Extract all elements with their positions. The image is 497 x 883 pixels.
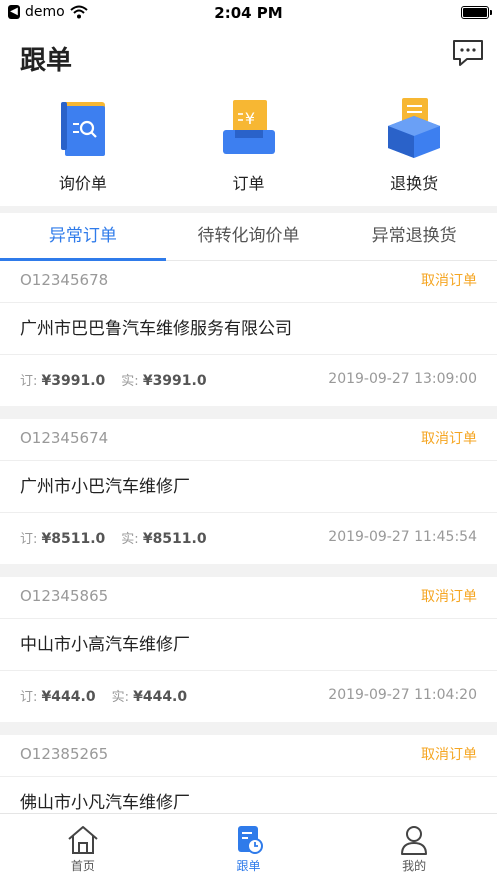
order-date: 2019-09-27 11:45:54 bbox=[328, 529, 477, 545]
order-number: O12385265 bbox=[20, 745, 109, 763]
shortcut-label: 订单 bbox=[232, 174, 265, 193]
ordered-amount: 订: ¥444.0 bbox=[20, 689, 96, 705]
order-card[interactable]: O12345678 取消订单 广州市巴巴鲁汽车维修服务有限公司 订: ¥3991… bbox=[0, 261, 497, 406]
tab-pending-inquiries[interactable]: 待转化询价单 bbox=[166, 213, 332, 260]
clock: 2:04 PM bbox=[214, 4, 283, 22]
nav-label: 我的 bbox=[402, 859, 427, 873]
order-tabs: 异常订单 待转化询价单 异常退换货 bbox=[0, 213, 497, 261]
order-number: O12345678 bbox=[20, 271, 109, 289]
nav-label: 跟单 bbox=[236, 859, 261, 873]
cancel-order-button[interactable]: 取消订单 bbox=[421, 428, 477, 448]
paid-amount: 实: ¥8511.0 bbox=[121, 531, 207, 547]
page-header: 跟单 询价单 ¥ 订单 退换货 bbox=[0, 26, 497, 206]
order-number: O12345674 bbox=[20, 429, 109, 447]
customer-name: 中山市小高汽车维修厂 bbox=[0, 619, 497, 671]
nav-home[interactable]: 首页 bbox=[0, 814, 166, 883]
status-bar: ◀ demo 2:04 PM bbox=[0, 0, 497, 26]
order-date: 2019-09-27 13:09:00 bbox=[328, 371, 477, 387]
order-number: O12345865 bbox=[20, 587, 109, 605]
nav-tracking[interactable]: 跟单 bbox=[166, 814, 332, 883]
order-icon: ¥ bbox=[222, 100, 275, 154]
customer-name: 广州市小巴汽车维修厂 bbox=[0, 461, 497, 513]
order-card[interactable]: O12385265 取消订单 佛山市小凡汽车维修厂 bbox=[0, 735, 497, 813]
tab-abnormal-returns[interactable]: 异常退换货 bbox=[331, 213, 497, 260]
ordered-amount: 订: ¥3991.0 bbox=[20, 373, 106, 389]
order-card[interactable]: O12345865 取消订单 中山市小高汽车维修厂 订: ¥444.0 实: ¥… bbox=[0, 577, 497, 722]
battery-icon bbox=[461, 6, 492, 19]
nav-label: 首页 bbox=[70, 859, 95, 873]
cancel-order-button[interactable]: 取消订单 bbox=[421, 586, 477, 606]
customer-name: 佛山市小凡汽车维修厂 bbox=[0, 777, 497, 813]
order-date: 2019-09-27 11:04:20 bbox=[328, 687, 477, 703]
order-list[interactable]: O12345678 取消订单 广州市巴巴鲁汽车维修服务有限公司 订: ¥3991… bbox=[0, 261, 497, 813]
cancel-order-button[interactable]: 取消订单 bbox=[421, 744, 477, 764]
svg-text:¥: ¥ bbox=[244, 109, 254, 128]
shortcut-inquiry[interactable]: 询价单 bbox=[0, 96, 166, 200]
cancel-order-button[interactable]: 取消订单 bbox=[421, 270, 477, 290]
message-icon[interactable] bbox=[451, 38, 485, 68]
tracking-icon bbox=[237, 826, 263, 854]
nav-profile[interactable]: 我的 bbox=[331, 814, 497, 883]
page-title: 跟单 bbox=[20, 46, 73, 76]
customer-name: 广州市巴巴鲁汽车维修服务有限公司 bbox=[0, 303, 497, 355]
inquiry-icon bbox=[60, 102, 105, 156]
bottom-nav: 首页 跟单 我的 bbox=[0, 813, 497, 883]
shortcut-return[interactable]: 退换货 bbox=[331, 96, 497, 200]
shortcut-order[interactable]: ¥ 订单 bbox=[166, 96, 332, 200]
home-icon bbox=[68, 826, 98, 854]
return-box-icon bbox=[388, 98, 441, 158]
paid-amount: 实: ¥3991.0 bbox=[121, 373, 207, 389]
paid-amount: 实: ¥444.0 bbox=[111, 689, 188, 705]
shortcut-bar: 询价单 ¥ 订单 退换货 bbox=[0, 96, 497, 200]
shortcut-label: 退换货 bbox=[390, 174, 439, 193]
ordered-amount: 订: ¥8511.0 bbox=[20, 531, 106, 547]
profile-icon bbox=[401, 826, 428, 855]
tab-abnormal-orders[interactable]: 异常订单 bbox=[0, 213, 166, 261]
order-card[interactable]: O12345674 取消订单 广州市小巴汽车维修厂 订: ¥8511.0 实: … bbox=[0, 419, 497, 564]
shortcut-label: 询价单 bbox=[58, 174, 107, 193]
